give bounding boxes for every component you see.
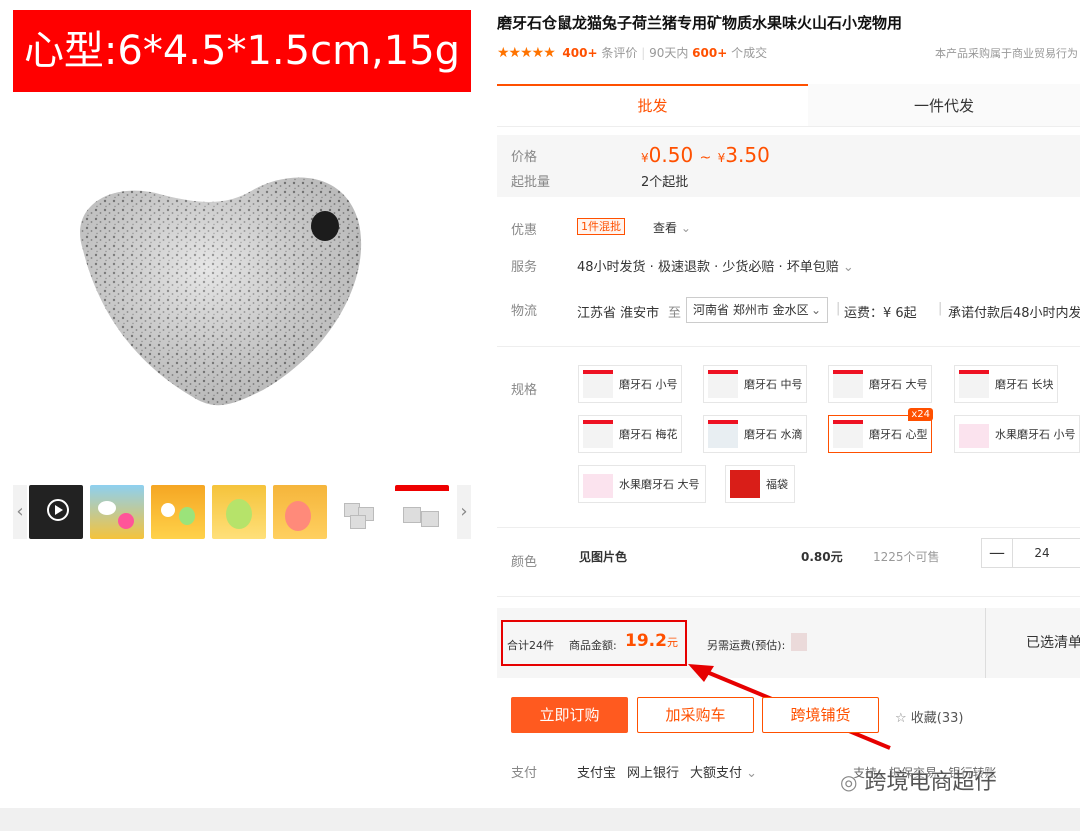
promo-label: 优惠 bbox=[511, 223, 538, 238]
sales-period: 90天内 bbox=[649, 46, 689, 60]
shipping-estimate: 另需运费(预估): bbox=[707, 639, 786, 652]
chevron-down-icon: ⌄ bbox=[810, 303, 821, 317]
add-to-cart-button[interactable]: 加采购车 bbox=[637, 697, 754, 733]
star-outline-icon: ☆ bbox=[895, 711, 907, 726]
thumbnail[interactable] bbox=[212, 485, 266, 539]
purchase-note: 本产品采购属于商业贸易行为 bbox=[935, 47, 1078, 60]
spec-option[interactable]: 福袋 bbox=[725, 465, 795, 503]
spec-option[interactable]: 水果磨牙石 大号 bbox=[578, 465, 706, 503]
quantity-stepper: — 24 bbox=[981, 538, 1080, 568]
star-rating-icon: ★★★★★ bbox=[497, 45, 556, 61]
moq-value: 2个起批 bbox=[641, 175, 689, 190]
chevron-right-icon[interactable]: › bbox=[457, 485, 471, 539]
thumbnail-strip: ‹ › bbox=[13, 485, 471, 539]
moq-label: 起批量 bbox=[511, 175, 551, 190]
chevron-down-icon: ⌄ bbox=[746, 766, 758, 781]
total-items: 合计24件 bbox=[507, 639, 554, 652]
thumbnail[interactable] bbox=[395, 485, 449, 539]
price-box: 价格 ¥0.50 ~ ¥3.50 起批量 2个起批 bbox=[497, 135, 1080, 197]
decrement-button[interactable]: — bbox=[982, 539, 1013, 567]
wechat-icon: ◎ bbox=[840, 770, 858, 794]
promo-tag[interactable]: 1件混批 bbox=[577, 218, 625, 235]
heart-stone-image bbox=[80, 177, 362, 406]
payment-label: 支付 bbox=[511, 766, 538, 781]
color-value: 见图片色 bbox=[579, 550, 628, 564]
ship-promise: 承诺付款后48小时内发货 bbox=[948, 306, 1080, 321]
tab-wholesale[interactable]: 批发 bbox=[497, 84, 808, 126]
spec-option[interactable]: 磨牙石 小号 bbox=[578, 365, 682, 403]
service-text[interactable]: 48小时发货 · 极速退款 · 少货必赔 · 坏单包赔 ⌄ bbox=[577, 256, 854, 275]
main-product-image[interactable] bbox=[13, 100, 471, 468]
thumbnail[interactable] bbox=[334, 485, 388, 539]
spec-label: 规格 bbox=[511, 383, 538, 398]
tab-dropship[interactable]: 一件代发 bbox=[808, 84, 1080, 126]
payment-bank: 网上银行 bbox=[627, 766, 680, 781]
selected-list-button[interactable]: 已选清单 bbox=[985, 608, 1080, 678]
sales-count: 600+ bbox=[692, 46, 728, 60]
bottom-bar bbox=[0, 808, 1080, 831]
quantity-badge: x24 bbox=[908, 408, 933, 421]
color-row: 颜色 见图片色 0.80元 1225个可售 — 24 bbox=[497, 528, 1080, 588]
stock: 1225个可售 bbox=[873, 550, 940, 564]
chevron-down-icon: ⌄ bbox=[680, 221, 691, 235]
thumbnail[interactable] bbox=[151, 485, 205, 539]
quantity-input[interactable]: 24 bbox=[1012, 539, 1072, 567]
amount: 19.2元 bbox=[625, 631, 678, 651]
reviews-count[interactable]: 400+ bbox=[562, 46, 597, 60]
shipping-value bbox=[791, 633, 807, 651]
chevron-left-icon[interactable]: ‹ bbox=[13, 485, 27, 539]
color-label: 颜色 bbox=[511, 555, 538, 570]
spec-option[interactable]: 磨牙石 大号 bbox=[828, 365, 932, 403]
price-range: ¥0.50 ~ ¥3.50 bbox=[641, 143, 770, 167]
sales-label: 个成交 bbox=[731, 46, 768, 60]
spec-option-selected[interactable]: 磨牙石 心型 x24 bbox=[828, 408, 933, 453]
thumbnail[interactable] bbox=[273, 485, 327, 539]
ship-to-select[interactable]: 河南省 郑州市 金水区 ⌄ bbox=[686, 297, 828, 323]
price-label: 价格 bbox=[511, 150, 538, 165]
payment-large[interactable]: 大额支付 ⌄ bbox=[690, 762, 757, 781]
spec-option[interactable]: 磨牙石 中号 bbox=[703, 365, 807, 403]
buy-now-button[interactable]: 立即订购 bbox=[511, 697, 628, 733]
ship-to-word: 至 bbox=[668, 306, 682, 321]
freight: 运费：¥ 6起 bbox=[844, 306, 917, 321]
spec-option[interactable]: 水果磨牙石 小号 bbox=[954, 415, 1080, 453]
chevron-down-icon: ⌄ bbox=[842, 260, 854, 275]
price-low: 0.50 bbox=[648, 143, 694, 167]
spec-option[interactable]: 磨牙石 梅花 bbox=[578, 415, 682, 453]
payment-alipay: 支付宝 bbox=[577, 766, 617, 781]
service-label: 服务 bbox=[511, 260, 538, 275]
product-title: 磨牙石仓鼠龙猫兔子荷兰猪专用矿物质水果味火山石小宠物用 bbox=[497, 14, 903, 32]
price-high: 3.50 bbox=[725, 143, 770, 167]
spec-option[interactable]: 磨牙石 水滴 bbox=[703, 415, 807, 453]
spec-banner: 心型:6*4.5*1.5cm,15g bbox=[13, 10, 471, 92]
thumbnail[interactable] bbox=[90, 485, 144, 539]
promo-view-link[interactable]: 查看 ⌄ bbox=[653, 219, 691, 236]
unit-price: 0.80元 bbox=[801, 550, 843, 564]
watermark: ◎ 跨境电商超仔 bbox=[840, 770, 997, 795]
amount-label: 商品金额: bbox=[569, 639, 617, 652]
video-thumbnail[interactable] bbox=[29, 485, 83, 539]
cross-border-button[interactable]: 跨境铺货 bbox=[762, 697, 879, 733]
purchase-tabs: 批发 一件代发 bbox=[497, 84, 1080, 127]
spec-option[interactable]: 磨牙石 长块 bbox=[954, 365, 1058, 403]
favorite-button[interactable]: ☆ 收藏(33) bbox=[895, 707, 963, 726]
reviews-label[interactable]: 条评价 bbox=[601, 46, 637, 60]
ship-from: 江苏省 淮安市 bbox=[577, 306, 660, 321]
logistics-label: 物流 bbox=[511, 304, 538, 319]
